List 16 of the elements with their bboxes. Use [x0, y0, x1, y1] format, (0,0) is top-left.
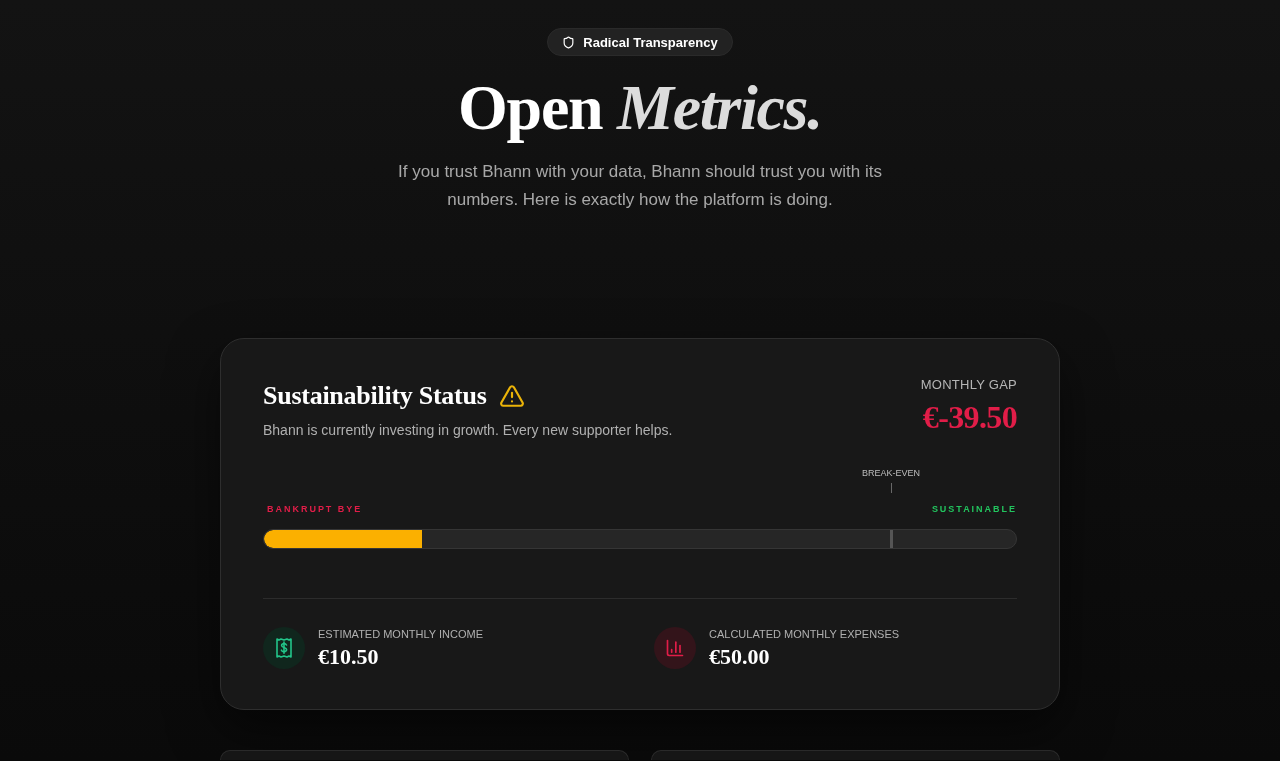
stat-label: ESTIMATED MONTHLY INCOME [318, 627, 483, 641]
break-even-label: BREAK-EVEN [862, 467, 921, 479]
shield-icon [562, 35, 576, 49]
low-label: BANKRUPT BYE [267, 503, 363, 515]
card-description: Bhann is currently investing in growth. Every new supporter helps. [263, 421, 673, 439]
gap-value: €-39.50 [922, 399, 1017, 435]
stat-label: CALCULATED MONTHLY EXPENSES [709, 627, 900, 641]
dollar-receipt-icon [263, 627, 305, 669]
page-subtitle: If you trust Bhann with your data, Bhann should trust you with its numbers. Here is exactly how the platform is doing. [397, 161, 883, 211]
card-title: Sustainability Status [263, 381, 487, 411]
stat-value: €10.50 [318, 645, 380, 669]
high-label: SUSTAINABLE [931, 503, 1017, 515]
badge-label: Radical Transparency [583, 35, 718, 49]
stat-value: €50.00 [709, 645, 771, 669]
bar-chart-icon [654, 627, 696, 669]
gap-label: MONTHLY GAP [920, 377, 1017, 393]
